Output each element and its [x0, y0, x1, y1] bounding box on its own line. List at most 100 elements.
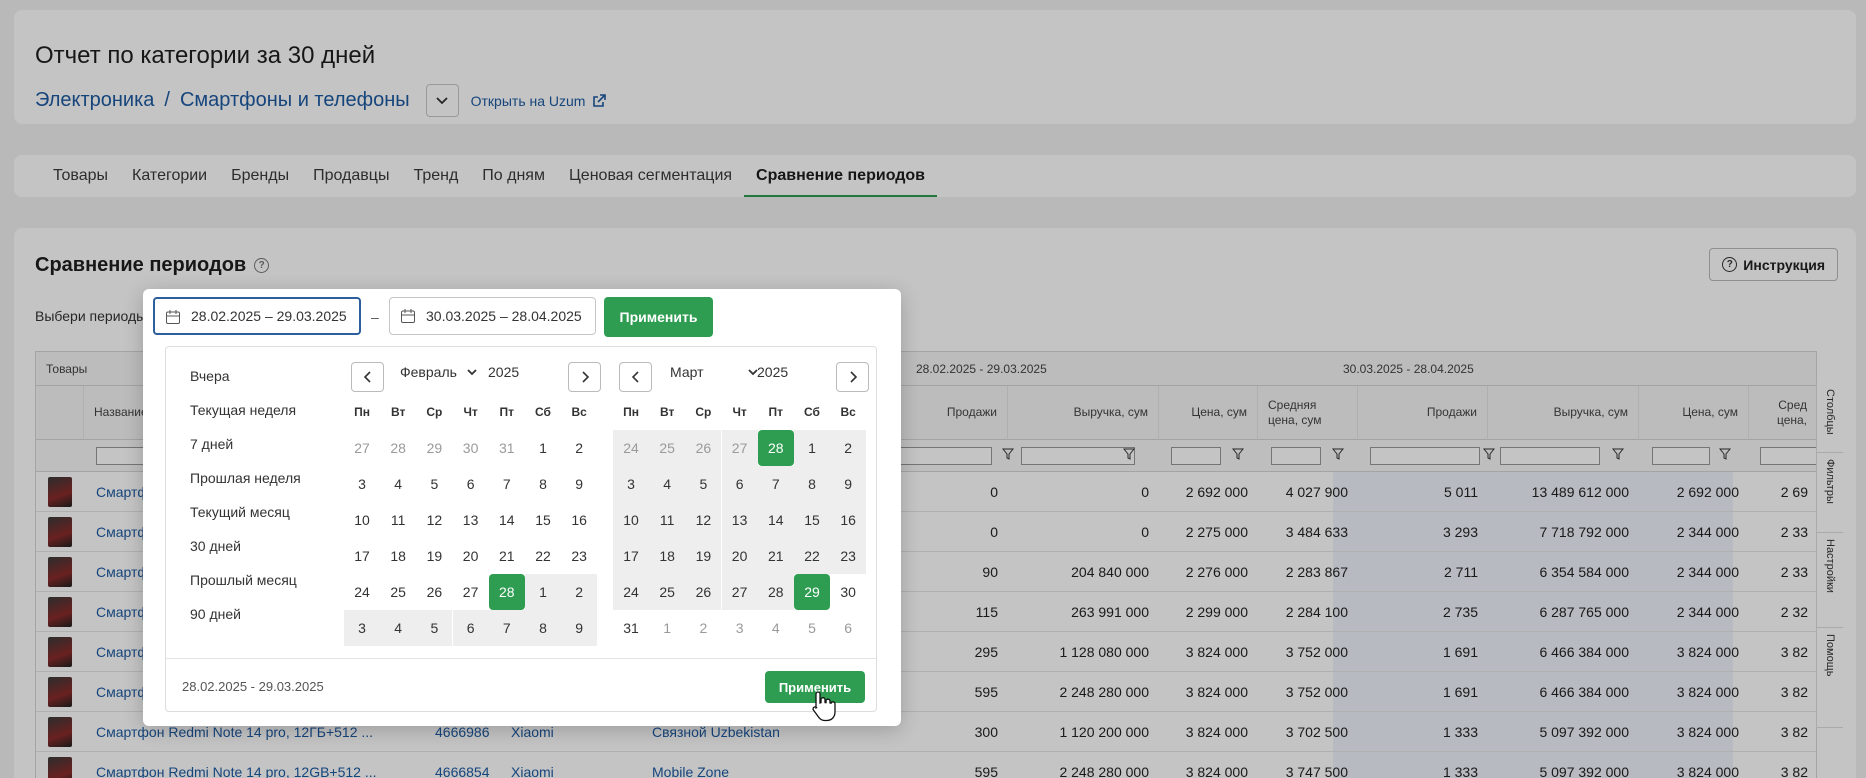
calendar-day[interactable]: 19 — [416, 538, 452, 574]
calendar-day[interactable]: 7 — [757, 466, 794, 502]
calendar-day[interactable]: 2 — [685, 610, 721, 646]
calendar-day[interactable]: 10 — [613, 502, 649, 538]
calendar-day[interactable]: 26 — [685, 574, 722, 610]
calendar-day[interactable]: 29 — [416, 430, 452, 466]
calendar-day[interactable]: 18 — [380, 538, 416, 574]
calendar-day[interactable]: 5 — [685, 466, 722, 502]
calendar-day[interactable]: 27 — [721, 574, 758, 610]
calendar-day[interactable]: 5 — [416, 610, 453, 646]
calendar-day[interactable]: 24 — [613, 430, 649, 466]
calendar-day[interactable]: 13 — [721, 502, 758, 538]
calendar-day[interactable]: 1 — [525, 574, 561, 610]
calendar-day[interactable]: 7 — [489, 466, 525, 502]
preset-option[interactable]: 90 дней — [190, 606, 241, 622]
calendar-day[interactable]: 21 — [489, 538, 525, 574]
calendar-day[interactable]: 23 — [830, 538, 867, 574]
calendar-day[interactable]: 12 — [685, 502, 722, 538]
calendar-day[interactable]: 25 — [649, 574, 686, 610]
calendar-day[interactable]: 7 — [488, 610, 525, 646]
calendar-day[interactable]: 15 — [525, 502, 561, 538]
calendar-day[interactable]: 28 — [757, 574, 794, 610]
calendar-day[interactable]: 29 — [794, 574, 830, 610]
calendar-day[interactable]: 11 — [380, 502, 416, 538]
range1-input[interactable]: 28.02.2025 – 29.03.2025 — [153, 297, 361, 335]
calendar-day[interactable]: 6 — [721, 466, 758, 502]
calendar-day[interactable]: 25 — [649, 430, 686, 466]
calendar-day[interactable]: 31 — [613, 610, 649, 646]
right-year[interactable]: 2025 — [757, 364, 788, 380]
next-month-button-left[interactable] — [568, 362, 601, 392]
preset-option[interactable]: 30 дней — [190, 538, 241, 554]
prev-month-button-right[interactable] — [619, 362, 652, 392]
next-month-button[interactable] — [836, 362, 869, 392]
calendar-day[interactable]: 26 — [416, 574, 452, 610]
calendar-day[interactable]: 20 — [453, 538, 489, 574]
left-year[interactable]: 2025 — [488, 364, 519, 380]
range2-input[interactable]: 30.03.2025 – 28.04.2025 — [389, 297, 596, 335]
calendar-day[interactable]: 28 — [380, 430, 416, 466]
calendar-day[interactable]: 10 — [344, 502, 380, 538]
calendar-day[interactable]: 16 — [561, 502, 597, 538]
calendar-day[interactable]: 12 — [416, 502, 452, 538]
preset-option[interactable]: Текущий месяц — [190, 504, 290, 520]
calendar-day[interactable]: 16 — [830, 502, 867, 538]
calendar-day[interactable]: 17 — [344, 538, 380, 574]
preset-option[interactable]: Прошлая неделя — [190, 470, 301, 486]
calendar-day[interactable]: 11 — [649, 502, 686, 538]
left-month-select[interactable]: Февраль — [400, 364, 477, 380]
calendar-day[interactable]: 24 — [344, 574, 380, 610]
calendar-day[interactable]: 3 — [722, 610, 758, 646]
calendar-day[interactable]: 2 — [561, 574, 598, 610]
preset-option[interactable]: Прошлый месяц — [190, 572, 297, 588]
calendar-day[interactable]: 1 — [794, 430, 830, 466]
calendar-day[interactable]: 8 — [525, 466, 561, 502]
preset-option[interactable]: Текущая неделя — [190, 402, 296, 418]
calendar-day[interactable]: 5 — [794, 610, 830, 646]
calendar-day[interactable]: 6 — [453, 466, 489, 502]
calendar-day[interactable]: 24 — [613, 574, 649, 610]
calendar-day[interactable]: 31 — [489, 430, 525, 466]
calendar-day[interactable]: 6 — [830, 610, 866, 646]
calendar-day[interactable]: 17 — [613, 538, 649, 574]
calendar-day[interactable]: 1 — [525, 430, 561, 466]
calendar-day[interactable]: 8 — [525, 610, 561, 646]
calendar-day[interactable]: 4 — [380, 466, 416, 502]
calendar-day[interactable]: 25 — [380, 574, 416, 610]
calendar-day[interactable]: 30 — [453, 430, 489, 466]
calendar-day[interactable]: 2 — [561, 430, 597, 466]
calendar-day[interactable]: 15 — [794, 502, 830, 538]
apply-button[interactable]: Применить — [604, 297, 713, 337]
calendar-day[interactable]: 22 — [525, 538, 561, 574]
calendar-day[interactable]: 5 — [416, 466, 452, 502]
calendar-day[interactable]: 28 — [757, 430, 794, 466]
calendar-day[interactable]: 4 — [758, 610, 794, 646]
calendar-day[interactable]: 14 — [489, 502, 525, 538]
calendar-day[interactable]: 28 — [488, 574, 525, 610]
calendar-day[interactable]: 6 — [452, 610, 489, 646]
calendar-day[interactable]: 13 — [453, 502, 489, 538]
calendar-day[interactable]: 9 — [561, 466, 597, 502]
calendar-day[interactable]: 26 — [685, 430, 722, 466]
calendar-day[interactable]: 3 — [613, 466, 649, 502]
prev-month-button[interactable] — [351, 362, 384, 392]
preset-option[interactable]: 7 дней — [190, 436, 233, 452]
calendar-day[interactable]: 1 — [649, 610, 685, 646]
calendar-day[interactable]: 21 — [757, 538, 794, 574]
calendar-day[interactable]: 18 — [649, 538, 686, 574]
calendar-day[interactable]: 9 — [830, 466, 867, 502]
calendar-day[interactable]: 8 — [794, 466, 830, 502]
calendar-day[interactable]: 9 — [561, 610, 598, 646]
calendar-day[interactable]: 19 — [685, 538, 722, 574]
calendar-day[interactable]: 2 — [830, 430, 867, 466]
calendar-day[interactable]: 20 — [721, 538, 758, 574]
calendar-day[interactable]: 3 — [344, 610, 380, 646]
calendar-day[interactable]: 22 — [794, 538, 830, 574]
calendar-day[interactable]: 4 — [649, 466, 686, 502]
calendar-day[interactable]: 27 — [453, 574, 489, 610]
calendar-day[interactable]: 23 — [561, 538, 597, 574]
preset-option[interactable]: Вчера — [190, 368, 230, 384]
calendar-day[interactable]: 27 — [721, 430, 758, 466]
calendar-day[interactable]: 4 — [380, 610, 417, 646]
calendar-day[interactable]: 27 — [344, 430, 380, 466]
right-month-select[interactable]: Март — [670, 364, 758, 380]
